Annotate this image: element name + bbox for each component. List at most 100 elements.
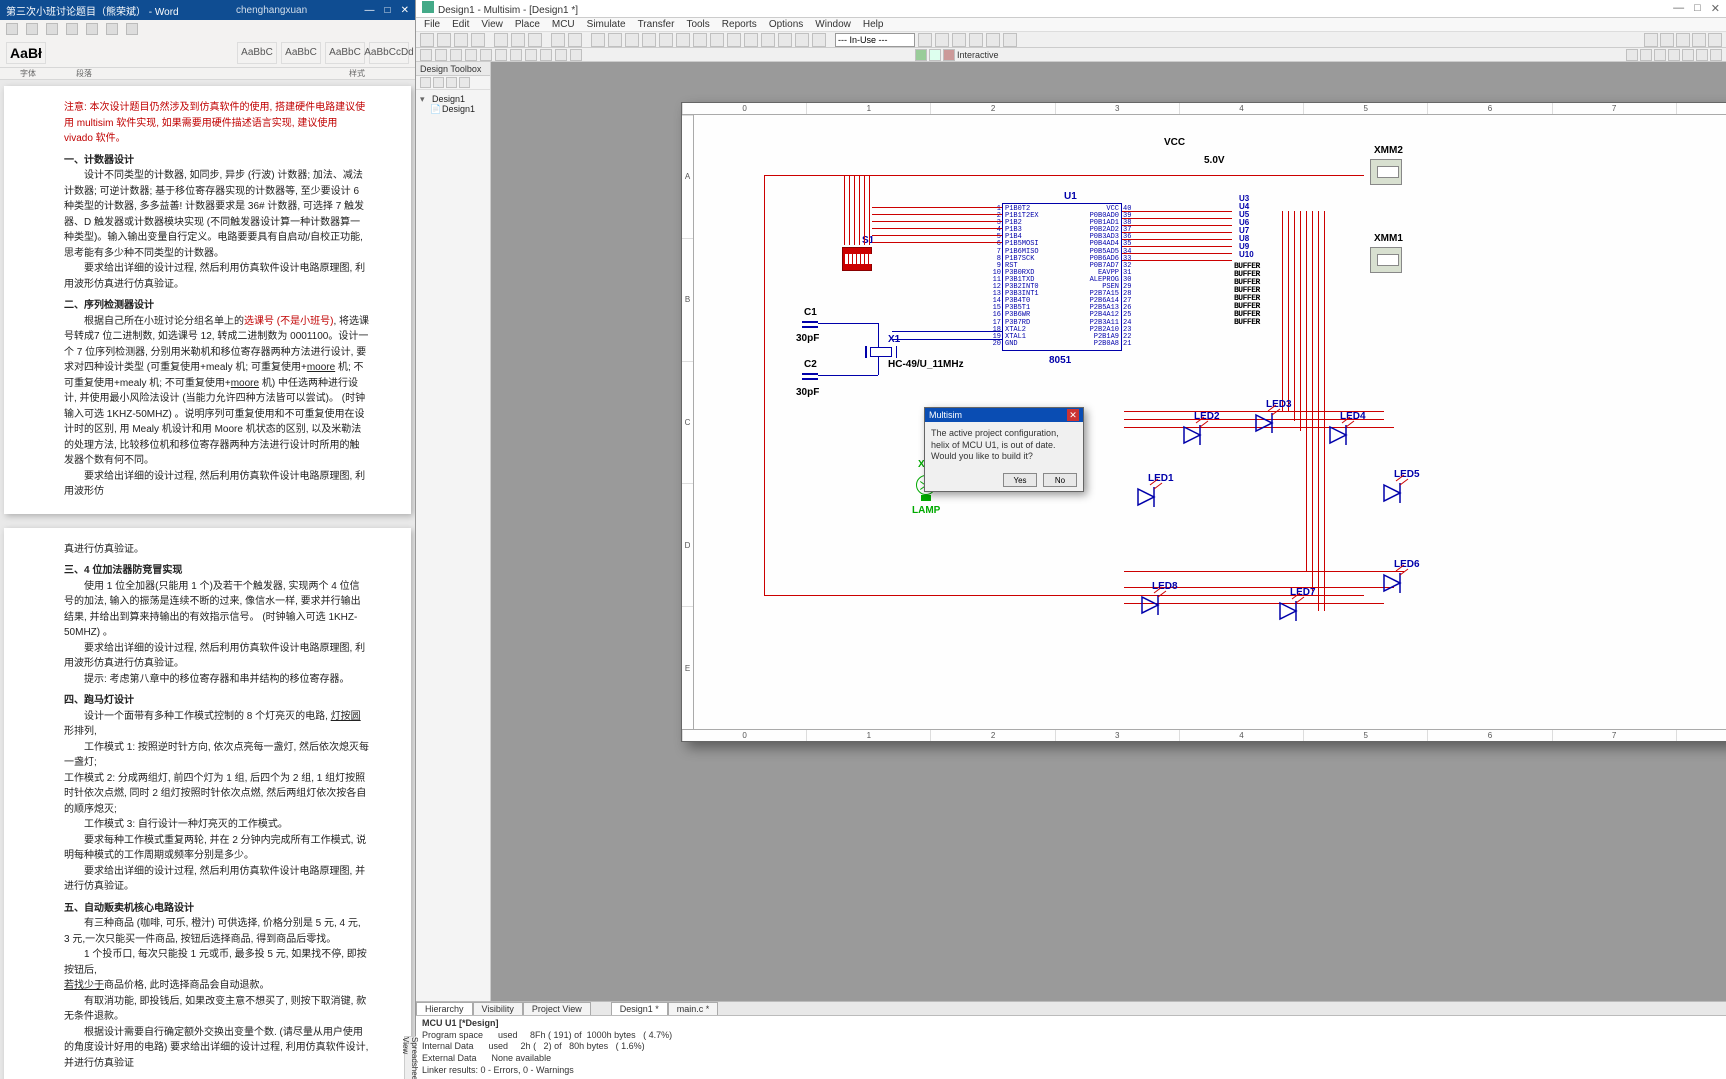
tab-project-view[interactable]: Project View bbox=[523, 1002, 591, 1015]
tool-misc-icon[interactable] bbox=[761, 33, 775, 47]
menu-file[interactable]: File bbox=[424, 19, 440, 30]
tab-hierarchy[interactable]: Hierarchy bbox=[416, 1002, 473, 1015]
tool-misc-icon[interactable] bbox=[642, 33, 656, 47]
comp-icon[interactable] bbox=[435, 49, 447, 61]
word-page-area[interactable]: 注意: 本次设计题目仍然涉及到仿真软件的使用, 搭建硬件电路建议使用 multi… bbox=[0, 80, 415, 1079]
tool-misc-icon[interactable] bbox=[591, 33, 605, 47]
dip-switch[interactable] bbox=[842, 247, 872, 271]
tbx-icon[interactable] bbox=[459, 77, 470, 88]
style-item[interactable]: AaBbC bbox=[281, 42, 321, 64]
paste-icon[interactable] bbox=[6, 23, 18, 35]
underline-icon[interactable] bbox=[126, 23, 138, 35]
design-tree[interactable]: Design1 Design1 bbox=[416, 90, 490, 1001]
led1[interactable] bbox=[1134, 485, 1162, 518]
tool-misc-icon[interactable] bbox=[693, 33, 707, 47]
tab-visibility[interactable]: Visibility bbox=[473, 1002, 523, 1015]
bold-icon[interactable] bbox=[86, 23, 98, 35]
menu-place[interactable]: Place bbox=[515, 19, 540, 30]
word-min-icon[interactable]: — bbox=[365, 5, 375, 16]
fullscreen-icon[interactable] bbox=[1708, 33, 1722, 47]
chip-8051[interactable]: 1 2 3 4 5 6 7 8 9 10 11 12 13 14 15 16 1… bbox=[1002, 203, 1122, 351]
tool-save-icon[interactable] bbox=[454, 33, 468, 47]
instr-icon[interactable] bbox=[1696, 49, 1708, 61]
tree-root[interactable]: Design1 bbox=[420, 94, 486, 104]
tree-sheet[interactable]: Design1 bbox=[430, 104, 486, 114]
tool-misc-icon[interactable] bbox=[1003, 33, 1017, 47]
tool-misc-icon[interactable] bbox=[935, 33, 949, 47]
tool-misc-icon[interactable] bbox=[795, 33, 809, 47]
tool-open-icon[interactable] bbox=[437, 33, 451, 47]
instr-icon[interactable] bbox=[1626, 49, 1638, 61]
tbx-icon[interactable] bbox=[433, 77, 444, 88]
tool-redo-icon[interactable] bbox=[568, 33, 582, 47]
in-use-combo[interactable]: --- In-Use --- bbox=[835, 33, 915, 47]
dialog-titlebar[interactable]: Multisim ✕ bbox=[925, 408, 1083, 422]
tool-misc-icon[interactable] bbox=[969, 33, 983, 47]
led4[interactable] bbox=[1326, 423, 1354, 456]
copy-icon[interactable] bbox=[46, 23, 58, 35]
style-main[interactable]: AaBł bbox=[6, 42, 46, 64]
dialog-close-icon[interactable]: ✕ bbox=[1067, 409, 1079, 421]
style-item[interactable]: AaBbC bbox=[237, 42, 277, 64]
tab-main-c[interactable]: main.c * bbox=[668, 1002, 719, 1015]
tool-misc-icon[interactable] bbox=[710, 33, 724, 47]
tool-misc-icon[interactable] bbox=[812, 33, 826, 47]
tool-undo-icon[interactable] bbox=[551, 33, 565, 47]
tool-misc-icon[interactable] bbox=[659, 33, 673, 47]
menu-simulate[interactable]: Simulate bbox=[587, 19, 626, 30]
menu-window[interactable]: Window bbox=[815, 19, 851, 30]
dialog-yes-button[interactable]: Yes bbox=[1003, 473, 1037, 487]
menu-edit[interactable]: Edit bbox=[452, 19, 469, 30]
zoom-sheet-icon[interactable] bbox=[1692, 33, 1706, 47]
tool-misc-icon[interactable] bbox=[744, 33, 758, 47]
tbx-icon[interactable] bbox=[446, 77, 457, 88]
zoom-in-icon[interactable] bbox=[1644, 33, 1658, 47]
formatpainter-icon[interactable] bbox=[66, 23, 78, 35]
menu-mcu[interactable]: MCU bbox=[552, 19, 575, 30]
instr-icon[interactable] bbox=[1640, 49, 1652, 61]
ms-close-icon[interactable]: ✕ bbox=[1711, 2, 1720, 15]
menu-options[interactable]: Options bbox=[769, 19, 803, 30]
style-item[interactable]: AaBbCcDd bbox=[369, 42, 409, 64]
tool-misc-icon[interactable] bbox=[918, 33, 932, 47]
tool-new-icon[interactable] bbox=[420, 33, 434, 47]
multimeter-xmm2[interactable] bbox=[1370, 159, 1402, 185]
instr-icon[interactable] bbox=[1710, 49, 1722, 61]
instr-icon[interactable] bbox=[1654, 49, 1666, 61]
led7[interactable] bbox=[1276, 599, 1304, 632]
menu-help[interactable]: Help bbox=[863, 19, 884, 30]
tool-misc-icon[interactable] bbox=[727, 33, 741, 47]
instr-icon[interactable] bbox=[1668, 49, 1680, 61]
stop-icon[interactable] bbox=[943, 49, 955, 61]
ms-max-icon[interactable]: □ bbox=[1694, 2, 1701, 15]
ms-console[interactable]: Spreadsheet View MCU U1 [*Design] Progra… bbox=[416, 1015, 1726, 1079]
ms-min-icon[interactable]: — bbox=[1673, 2, 1684, 15]
run-icon[interactable] bbox=[915, 49, 927, 61]
comp-icon[interactable] bbox=[480, 49, 492, 61]
italic-icon[interactable] bbox=[106, 23, 118, 35]
tbx-icon[interactable] bbox=[420, 77, 431, 88]
comp-icon[interactable] bbox=[420, 49, 432, 61]
dialog-no-button[interactable]: No bbox=[1043, 473, 1077, 487]
pause-icon[interactable] bbox=[929, 49, 941, 61]
crystal-x1[interactable] bbox=[870, 347, 892, 357]
tool-misc-icon[interactable] bbox=[608, 33, 622, 47]
tool-print-icon[interactable] bbox=[471, 33, 485, 47]
menu-view[interactable]: View bbox=[481, 19, 503, 30]
led2[interactable] bbox=[1180, 423, 1208, 456]
tool-copy-icon[interactable] bbox=[511, 33, 525, 47]
schematic-canvas[interactable]: 0 1 2 3 4 5 6 7 8 0 1 2 3 4 5 6 bbox=[491, 62, 1726, 1001]
word-close-icon[interactable]: ✕ bbox=[401, 5, 409, 16]
comp-icon[interactable] bbox=[540, 49, 552, 61]
comp-icon[interactable] bbox=[465, 49, 477, 61]
instr-icon[interactable] bbox=[1682, 49, 1694, 61]
comp-icon[interactable] bbox=[510, 49, 522, 61]
comp-icon[interactable] bbox=[570, 49, 582, 61]
menu-tools[interactable]: Tools bbox=[686, 19, 709, 30]
word-max-icon[interactable]: □ bbox=[385, 5, 391, 16]
tool-misc-icon[interactable] bbox=[952, 33, 966, 47]
led8[interactable] bbox=[1138, 593, 1166, 626]
tab-design1[interactable]: Design1 * bbox=[611, 1002, 668, 1015]
zoom-fit-icon[interactable] bbox=[1676, 33, 1690, 47]
style-item[interactable]: AaBbC bbox=[325, 42, 365, 64]
